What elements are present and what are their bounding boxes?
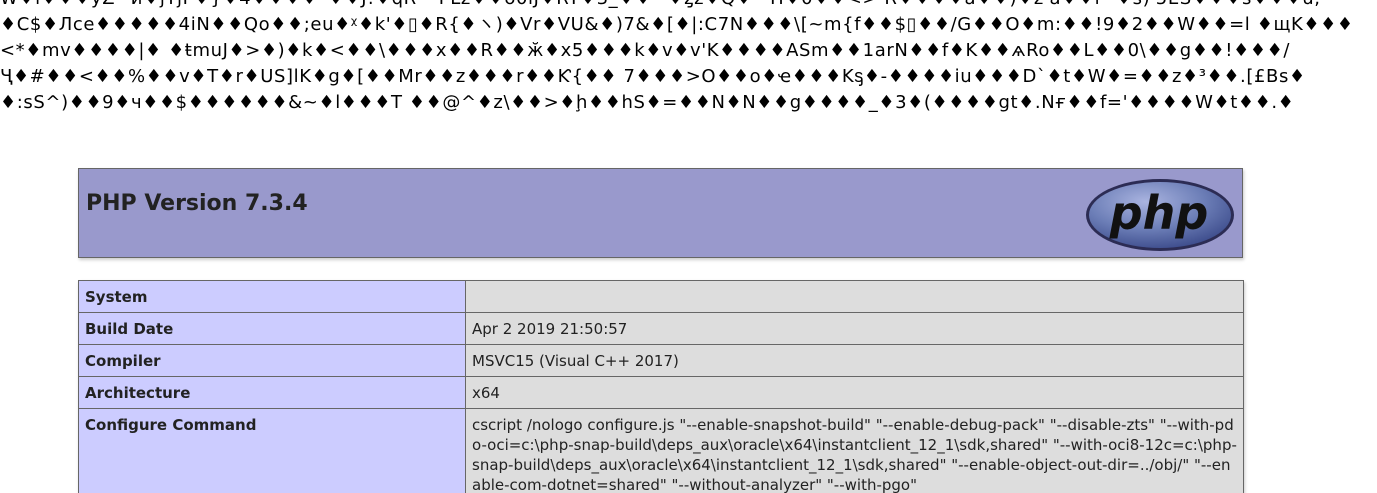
table-row: System — [78, 280, 1244, 313]
row-key: Build Date — [78, 312, 466, 345]
row-key: Architecture — [78, 376, 466, 409]
php-version-header: PHP Version 7.3.4 php — [78, 168, 1243, 258]
php-logo-icon[interactable]: php — [1084, 177, 1236, 253]
row-value — [465, 280, 1244, 313]
table-row: Compiler MSVC15 (Visual C++ 2017) — [78, 344, 1244, 377]
page-title: PHP Version 7.3.4 — [86, 191, 308, 216]
row-value: cscript /nologo configure.js "--enable-s… — [465, 408, 1244, 493]
garbage-line: <*♦mv♦♦♦♦|♦ ♦ŧmuJ♦>♦)♦k♦<♦♦\♦♦♦x♦♦R♦♦ӂ♦x… — [0, 40, 1290, 61]
system-info-table: System Build Date Apr 2 2019 21:50:57 Co… — [78, 280, 1244, 493]
corrupted-text-output: W♦l♦♦♦yZ^й♦jTjF♦}♦4♦♦♦♦*♦♦J!♦qR^ PLz♦♦ŏ0… — [0, 0, 1377, 116]
row-value: x64 — [465, 376, 1244, 409]
garbage-line: Ҷ♦#♦♦<♦♦%♦♦v♦T♦r♦US]lK♦g♦[♦♦Mr♦♦z♦♦♦r♦♦Ƙ… — [0, 66, 1306, 87]
table-row: Configure Command cscript /nologo config… — [78, 408, 1244, 493]
garbage-line: ♦C$♦Лce♦♦♦♦♦4iN♦♦Qo♦♦;eu♦ᵡ♦k'♦▯♦R{♦ヽ)♦Vr… — [0, 14, 1354, 35]
row-value: Apr 2 2019 21:50:57 — [465, 312, 1244, 345]
table-row: Build Date Apr 2 2019 21:50:57 — [78, 312, 1244, 345]
garbage-line: W♦l♦♦♦yZ^й♦jTjF♦}♦4♦♦♦♦*♦♦J!♦qR^ PLz♦♦ŏ0… — [0, 0, 1377, 12]
row-key: System — [78, 280, 466, 313]
php-logo-text: php — [1109, 186, 1209, 240]
row-key: Compiler — [78, 344, 466, 377]
row-key: Configure Command — [78, 408, 466, 493]
table-row: Architecture x64 — [78, 376, 1244, 409]
garbage-line: ♦:sS^)♦♦9♦ч♦♦$♦♦♦♦♦♦&~♦l♦♦♦T ♦♦@^♦z\♦♦>♦… — [0, 92, 1295, 113]
row-value: MSVC15 (Visual C++ 2017) — [465, 344, 1244, 377]
